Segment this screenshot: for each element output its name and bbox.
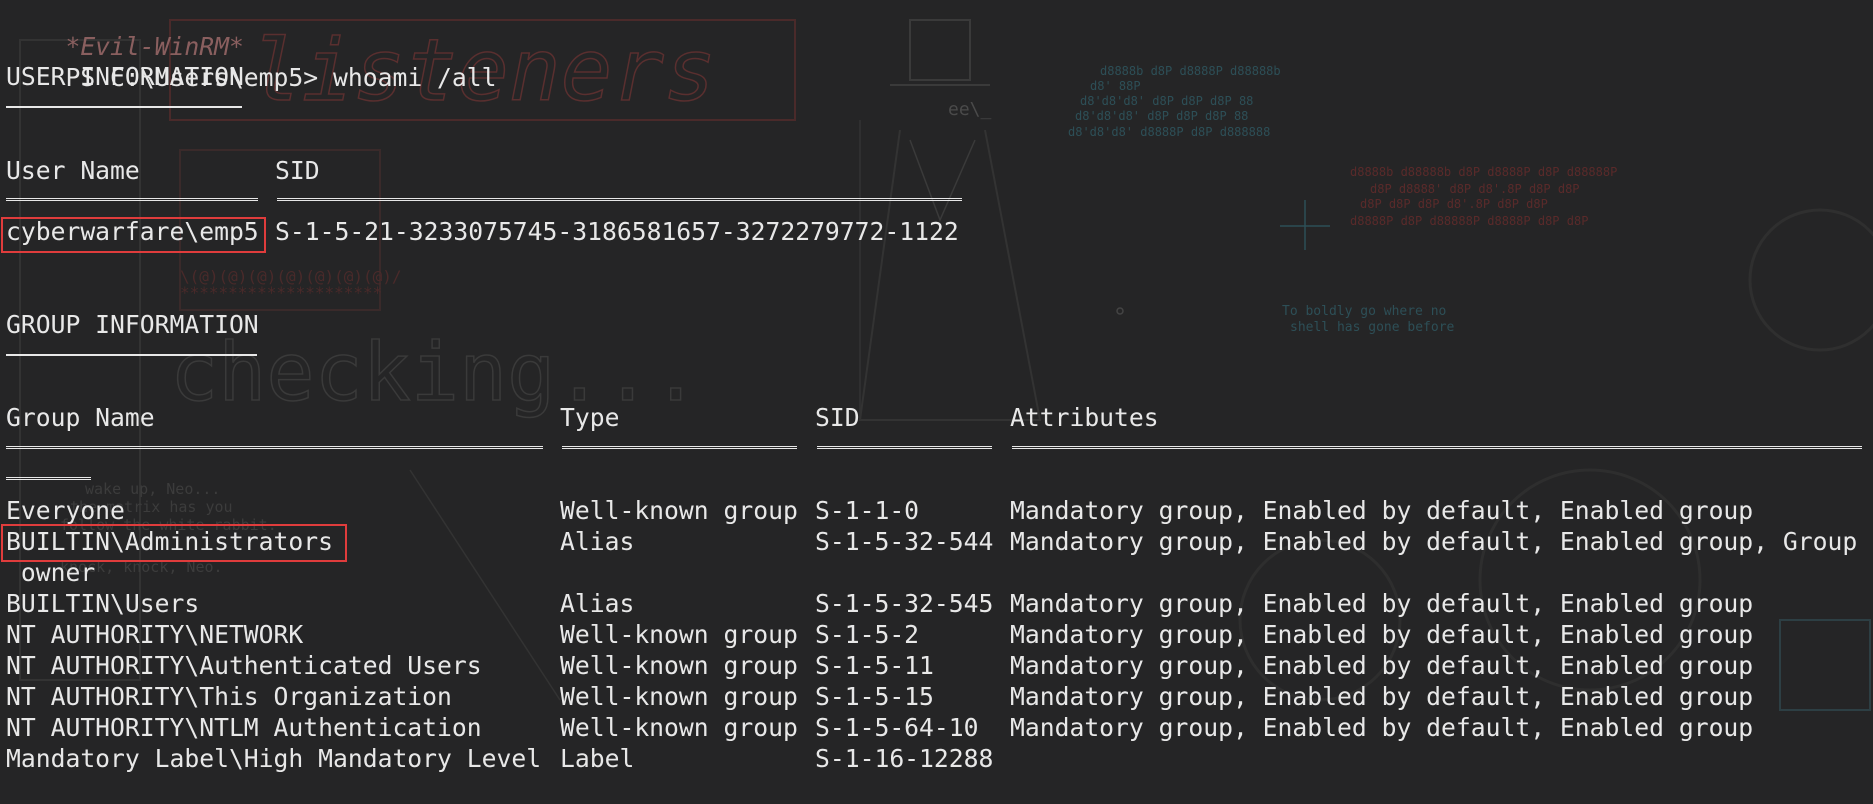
svg-text:d8' 88P: d8' 88P <box>1090 79 1141 93</box>
highlight-box-username <box>1 217 266 253</box>
group-row-type: Alias <box>560 589 635 618</box>
tagline-line-1: To boldly go where no <box>1282 304 1446 319</box>
tagline-line-2: shell has gone before <box>1290 320 1455 335</box>
svg-text:d8'd8'd8' d8P d8P d8P 88: d8'd8'd8' d8P d8P d8P 88 <box>1080 94 1253 108</box>
group-row-sid: S-1-5-32-545 <box>815 589 994 618</box>
group-info-heading: GROUP INFORMATION <box>6 310 259 339</box>
group-row-type: Well-known group <box>560 682 798 711</box>
highlight-box-administrators <box>1 524 347 562</box>
group-row-sid: S-1-5-2 <box>815 620 920 649</box>
svg-text:d8888b d88888b d8P d8888: d8888b d88888b d8P d8888P d8P d88888P <box>1350 165 1617 179</box>
group-row-sid: S-1-5-32-544 <box>815 527 994 556</box>
group-info-heading-underline <box>6 354 257 356</box>
group-row-type: Well-known group <box>560 713 798 742</box>
group-row-attributes: Mandatory group, Enabled by default, Ena… <box>1010 682 1754 711</box>
group-row-attributes: Mandatory group, Enabled by default, Ena… <box>1010 651 1754 680</box>
group-row-attributes: Mandatory group, Enabled by default, Ena… <box>1010 620 1754 649</box>
group-col-header-type: Type <box>560 403 620 432</box>
svg-text:d8888b d8P d8888P d88888b: d8888b d8P d8888P d88888b <box>1100 64 1281 78</box>
group-col-underline-wrap <box>6 477 91 480</box>
prompt-command: whoami /all <box>318 63 497 92</box>
svg-text:d8P d8888' d8P d8'.8P d8: d8P d8888' d8P d8'.8P d8P d8P <box>1370 182 1580 196</box>
group-row-sid: S-1-5-64-10 <box>815 713 979 742</box>
svg-text:d8P d8P d8P d8'.8P d8: d8P d8P d8P d8'.8P d8P d8P <box>1360 197 1548 211</box>
group-col-header-name: Group Name <box>6 403 155 432</box>
user-col-underline-sid <box>277 198 962 201</box>
group-col-underline-attributes <box>1012 446 1862 449</box>
group-row-type: Well-known group <box>560 496 798 525</box>
svg-text:d8'd8'd8' d8P d8P d8P 88: d8'd8'd8' d8P d8P d8P 88 <box>1075 109 1248 123</box>
user-col-header-username: User Name <box>6 156 140 185</box>
group-row-type: Well-known group <box>560 651 798 680</box>
user-info-heading: USER INFORMATION <box>6 62 244 91</box>
group-row-attributes: Mandatory group, Enabled by default, Ena… <box>1010 713 1754 742</box>
group-row-name: NT AUTHORITY\Authenticated Users <box>6 651 482 680</box>
group-col-underline-sid <box>817 446 992 449</box>
group-col-header-attributes: Attributes <box>1010 403 1159 432</box>
group-row-name: NT AUTHORITY\NETWORK <box>6 620 304 649</box>
group-col-underline-name <box>6 446 543 449</box>
prompt-app-label: *Evil-WinRM* <box>65 32 244 61</box>
svg-text:d8'd8'd8' d8888P d8P d888888: d8'd8'd8' d8888P d8P d888888 <box>1068 125 1270 139</box>
group-row-name: NT AUTHORITY\NTLM Authentication <box>6 713 482 742</box>
group-row-name: BUILTIN\Users <box>6 589 200 618</box>
group-row-name: Mandatory Label\High Mandatory Level <box>6 744 542 773</box>
group-row-type: Alias <box>560 527 635 556</box>
svg-text:ee\_: ee\_ <box>948 99 992 120</box>
user-col-header-sid: SID <box>275 156 320 185</box>
svg-text:\(@)(@)(@)(@)(@)(@)(@)/: \(@)(@)(@)(@)(@)(@)(@)/ <box>180 267 402 286</box>
user-col-underline-username <box>6 198 258 201</box>
user-info-heading-underline <box>6 106 242 108</box>
group-row-sid: S-1-5-11 <box>815 651 934 680</box>
group-row-sid: S-1-1-0 <box>815 496 920 525</box>
group-row-name: NT AUTHORITY\This Organization <box>6 682 452 711</box>
svg-text:*********************: ********************* <box>180 283 382 302</box>
svg-text:d8888P d8P d88888P d8888P d: d8888P d8P d88888P d8888P d8P d8P <box>1350 214 1588 228</box>
group-row-name: Everyone <box>6 496 125 525</box>
user-row-sid: S-1-5-21-3233075745-3186581657-327227977… <box>275 217 959 246</box>
group-row-type: Well-known group <box>560 620 798 649</box>
terminal-window[interactable]: listeners checking... \(@)(@)(@)(@)(@)(@… <box>0 0 1873 804</box>
group-col-underline-type <box>562 446 797 449</box>
group-row-attributes: Mandatory group, Enabled by default, Ena… <box>1010 527 1858 556</box>
group-row-type: Label <box>560 744 635 773</box>
group-row-attributes: Mandatory group, Enabled by default, Ena… <box>1010 589 1754 618</box>
group-row-attributes: Mandatory group, Enabled by default, Ena… <box>1010 496 1754 525</box>
group-row-sid: S-1-16-12288 <box>815 744 994 773</box>
group-col-header-sid: SID <box>815 403 860 432</box>
group-row-sid: S-1-5-15 <box>815 682 934 711</box>
